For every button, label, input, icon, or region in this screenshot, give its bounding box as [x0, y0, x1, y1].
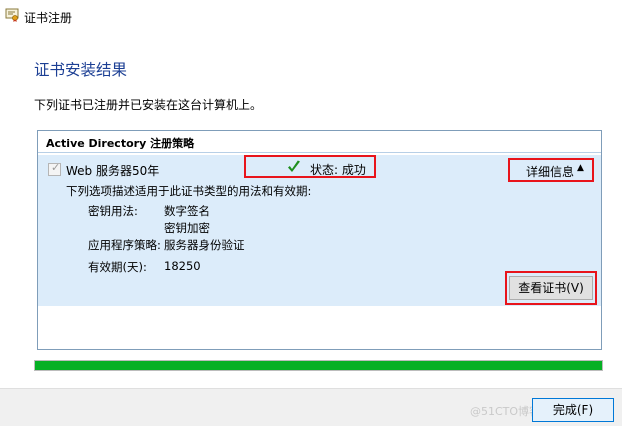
app-policy-value: 服务器身份验证 — [164, 238, 245, 252]
window-title: 证书注册 — [24, 11, 73, 25]
footer: @51CTO博客 完成(F) — [0, 388, 622, 426]
progress-bar — [34, 360, 603, 371]
key-usage-label: 密钥用法: — [88, 204, 138, 218]
title-bar: 证书注册 — [0, 0, 622, 32]
template-name: Web 服务器50年 — [66, 164, 160, 178]
view-certificate-button[interactable]: 查看证书(V) — [509, 276, 593, 300]
details-toggle-button[interactable]: 详细信息 ▲ — [508, 158, 594, 182]
certificate-template-block: ✓ Web 服务器50年 状态: 成功 详细信息 ▲ 下列选项描述适用于此证书类… — [38, 155, 601, 306]
validity-label: 有效期(天): — [88, 260, 147, 274]
finish-button[interactable]: 完成(F) — [532, 398, 614, 422]
template-checkbox[interactable]: ✓ — [48, 161, 61, 176]
validity-value: 18250 — [164, 259, 201, 273]
key-usage-value: 数字签名 — [164, 204, 210, 218]
policy-header: Active Directory 注册策略 — [38, 131, 601, 153]
green-checkmark-icon — [288, 160, 300, 172]
details-label: 详细信息 — [526, 165, 575, 179]
intro-text: 下列证书已注册并已安装在这台计算机上。 — [34, 98, 263, 112]
app-policy-label: 应用程序策略: — [88, 238, 161, 252]
status-indicator: 状态: 成功 — [244, 155, 376, 178]
usage-description: 下列选项描述适用于此证书类型的用法和有效期: — [66, 184, 312, 198]
watermark: @51CTO博客 — [470, 405, 541, 418]
progress-fill — [35, 361, 602, 370]
view-certificate-highlight: 查看证书(V) — [505, 271, 597, 305]
key-usage-value: 密钥加密 — [164, 221, 210, 235]
status-text: 状态: 成功 — [310, 163, 366, 177]
page-title: 证书安装结果 — [34, 61, 128, 79]
checkbox-check-icon: ✓ — [51, 161, 61, 174]
enrollment-policy-panel: Active Directory 注册策略 ✓ Web 服务器50年 状态: 成… — [37, 130, 602, 350]
certificate-icon — [5, 8, 19, 22]
chevron-up-icon: ▲ — [577, 163, 584, 173]
policy-header-text: Active Directory 注册策略 — [46, 137, 195, 150]
